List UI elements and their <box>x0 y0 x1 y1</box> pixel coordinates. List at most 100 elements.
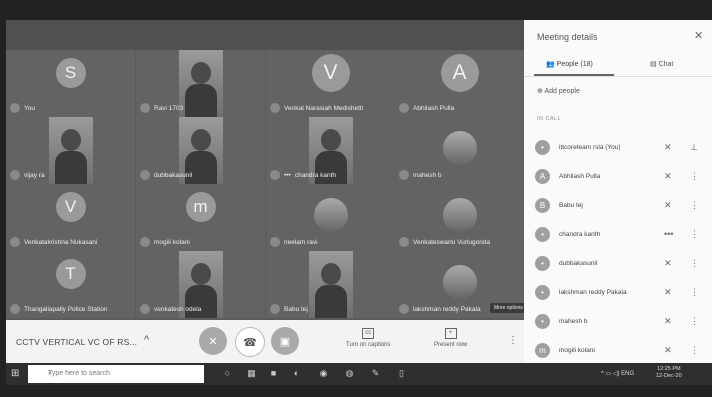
top-strip <box>6 20 524 50</box>
participant-tile[interactable]: ••• chandra kanth <box>266 117 395 184</box>
hang-up-button[interactable]: ☎ <box>235 327 265 357</box>
participant-tile[interactable]: V Venkat Narasiah Medishetti <box>266 50 395 117</box>
mic-toggle-button[interactable]: ✕ <box>199 327 227 355</box>
person-name: Babu tej <box>559 201 583 209</box>
participant-name-bar: Abhilash Pulla <box>399 103 454 113</box>
participant-tile[interactable]: A Abhilash Pulla <box>395 50 524 117</box>
more-options-icon[interactable]: ⋮ <box>508 335 518 346</box>
participant-name: vijay ra <box>24 171 45 179</box>
tab-chat[interactable]: ▤ Chat <box>650 60 673 68</box>
present-label: Present now <box>434 342 468 348</box>
more-options-icon[interactable]: ⋮ <box>690 200 699 211</box>
participant-tile[interactable]: Venkateswarlu Vurlugonda <box>395 184 524 251</box>
present-now-button[interactable]: + Present now <box>434 328 467 348</box>
participant-tile[interactable]: V Venkatakrishna Nukasani <box>6 184 135 251</box>
system-clock[interactable]: 12:25 PM 12-Dec-20 <box>656 366 682 380</box>
mic-off-icon <box>270 304 280 314</box>
more-options-icon[interactable]: ⋮ <box>690 258 699 269</box>
file-icon[interactable]: ▯ <box>396 368 407 379</box>
store-icon[interactable]: ■ <box>268 368 279 379</box>
people-list-item[interactable]: B Babu tej ✕ ⋮ <box>535 196 705 214</box>
close-icon[interactable]: ✕ <box>694 29 703 42</box>
participant-name-bar: neelam ravi <box>270 237 318 247</box>
language-indicator: ENG <box>621 371 635 377</box>
participant-tile[interactable]: m mogili kolani <box>136 184 265 251</box>
more-options-icon[interactable]: ⋮ <box>690 316 699 327</box>
present-icon: + <box>444 328 457 339</box>
chevron-up-icon[interactable]: ^ <box>144 334 149 346</box>
taskbar-search-placeholder: Type here to search <box>48 370 110 377</box>
participant-name: Thangallapally Police Station <box>24 305 108 313</box>
mic-off-icon: ✕ <box>208 335 218 348</box>
participant-avatar: T <box>55 259 86 289</box>
tab-people-label: People (18) <box>556 61 593 68</box>
mic-off-icon <box>399 304 409 314</box>
participant-tile[interactable]: mahesh b <box>395 117 524 184</box>
mic-off-icon <box>10 237 20 247</box>
meeting-title[interactable]: CCTV VERTICAL VC OF RS... <box>16 337 137 347</box>
captions-button[interactable]: cc Turn on captions <box>346 328 390 348</box>
mic-off-icon <box>270 237 280 247</box>
pen-icon[interactable]: ✎ <box>370 368 381 379</box>
participant-video <box>48 117 93 184</box>
meeting-details-panel: Meeting details ✕ 👥 People (18) ▤ Chat ⊕… <box>524 20 712 363</box>
participant-tile[interactable]: Babu tej <box>266 251 395 318</box>
participant-name-bar: You <box>10 103 35 113</box>
person-name: Abhilash Pulla <box>559 172 601 180</box>
tab-divider <box>524 76 712 77</box>
camera-toggle-button[interactable]: ▣ <box>271 327 299 355</box>
participant-avatar: V <box>55 192 86 222</box>
cc-icon: cc <box>362 328 375 339</box>
people-list-item[interactable]: • ittcoreteam rsla (You) ✕ ⊥ <box>535 138 705 156</box>
person-avatar: • <box>535 313 550 329</box>
participant-name-bar: Venkateswarlu Vurlugonda <box>399 237 490 247</box>
person-avatar: • <box>535 284 550 300</box>
participant-tile[interactable]: S You <box>6 50 135 117</box>
mic-off-icon: ✕ <box>664 286 672 297</box>
system-tray[interactable]: ^ ▭ ◁) ENG <box>601 370 634 377</box>
participant-video-round <box>442 198 477 232</box>
clock-date: 12-Dec-20 <box>656 373 682 379</box>
participant-tile[interactable]: T Thangallapally Police Station <box>6 251 135 318</box>
tab-people[interactable]: 👥 People (18) <box>546 60 593 68</box>
pin-icon[interactable]: ⊥ <box>690 142 698 153</box>
participant-name: Ravi 1703 <box>154 104 184 112</box>
participant-name-bar: dubbakasunil <box>140 170 192 180</box>
add-people-button[interactable]: ⊕ Add people <box>537 87 580 95</box>
person-name: mahesh b <box>559 317 588 325</box>
mic-off-icon: ••• <box>664 229 674 239</box>
people-list-item[interactable]: • dubbakasunil ✕ ⋮ <box>535 254 705 272</box>
participant-tile[interactable]: venkatesh odela <box>136 251 265 318</box>
chrome-icon[interactable]: ◍ <box>344 368 355 379</box>
browser-icon[interactable]: ◉ <box>318 368 329 379</box>
participant-tile[interactable]: neelam ravi <box>266 184 395 251</box>
mic-off-icon <box>399 103 409 113</box>
more-options-icon[interactable]: ⋮ <box>690 345 699 356</box>
people-list-item[interactable]: A Abhilash Pulla ✕ ⋮ <box>535 167 705 185</box>
participant-name-bar: ••• chandra kanth <box>270 170 336 180</box>
participant-tile[interactable]: vijay ra <box>6 117 135 184</box>
windows-start-icon[interactable]: ⊞ <box>11 368 22 379</box>
mic-off-icon <box>270 170 280 180</box>
mic-off-icon <box>399 237 409 247</box>
more-options-icon[interactable]: ⋮ <box>690 171 699 182</box>
task-view-icon[interactable]: ○ <box>222 368 233 379</box>
app-icon[interactable]: ◐ <box>291 368 302 379</box>
people-list-item[interactable]: • mahesh b ✕ ⋮ <box>535 312 705 330</box>
people-list-item[interactable]: m mogili kolani ✕ ⋮ <box>535 341 705 359</box>
taskbar-search[interactable]: ⌕ Type here to search <box>28 365 204 383</box>
mic-off-icon <box>399 170 409 180</box>
participant-avatar: A <box>440 54 479 92</box>
participant-name: neelam ravi <box>284 238 318 246</box>
participant-name: Venkateswarlu Vurlugonda <box>413 238 491 246</box>
people-list-item[interactable]: • chandra kanth ••• ⋮ <box>535 225 705 243</box>
more-options-icon[interactable]: ⋮ <box>690 229 699 240</box>
mic-off-icon: ✕ <box>664 315 672 326</box>
calculator-icon[interactable]: ▦ <box>246 368 257 379</box>
participant-name: Abhilash Pulla <box>413 104 455 112</box>
participant-video <box>178 50 223 117</box>
people-list-item[interactable]: • lakshman reddy Pakala ✕ ⋮ <box>535 283 705 301</box>
participant-tile[interactable]: Ravi 1703 <box>136 50 265 117</box>
more-options-icon[interactable]: ⋮ <box>690 287 699 298</box>
participant-tile[interactable]: dubbakasunil <box>136 117 265 184</box>
